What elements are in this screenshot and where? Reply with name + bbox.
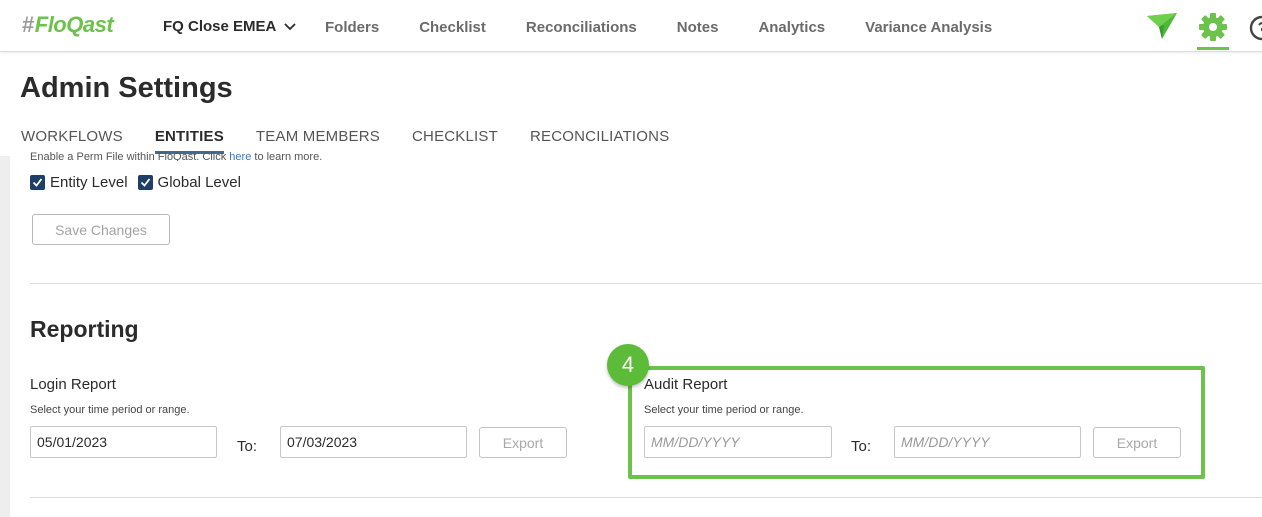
tab-checklist[interactable]: CHECKLIST: [412, 128, 498, 154]
checkmark-icon: [32, 178, 43, 187]
learn-more-link[interactable]: here: [229, 151, 251, 161]
entity-level-label: Entity Level: [50, 174, 128, 191]
checkmark-icon: [140, 178, 150, 187]
page-title: Admin Settings: [20, 72, 233, 104]
workspace-name: FQ Close EMEA: [163, 18, 277, 35]
nav-link-folders[interactable]: Folders: [325, 19, 379, 36]
active-settings-indicator: [1197, 47, 1229, 50]
nav-link-notes[interactable]: Notes: [677, 19, 719, 36]
save-changes-button[interactable]: Save Changes: [32, 214, 170, 245]
audit-report-highlight: [628, 366, 1205, 479]
workspace-selector[interactable]: FQ Close EMEA: [163, 18, 296, 35]
gear-icon[interactable]: [1198, 12, 1228, 42]
login-report-to-input[interactable]: 07/03/2023: [280, 426, 467, 458]
top-nav: #FloQast FQ Close EMEA Folders Checklist…: [0, 0, 1262, 52]
login-report-title: Login Report: [30, 376, 116, 393]
login-report-subtitle: Select your time period or range.: [30, 404, 190, 416]
section-divider-bottom: [30, 497, 1262, 498]
nav-link-checklist[interactable]: Checklist: [419, 19, 486, 36]
login-report-from-input[interactable]: 05/01/2023: [30, 426, 217, 458]
global-level-label: Global Level: [157, 174, 241, 191]
perm-file-levels: Entity Level Global Level: [30, 174, 251, 191]
login-report-export-button[interactable]: Export: [479, 427, 567, 458]
section-divider: [30, 283, 1262, 284]
help-icon[interactable]: [1248, 14, 1262, 42]
perm-file-desc-after: to learn more.: [251, 151, 323, 161]
perm-file-description: Enable a Perm File within FloQast. Click…: [30, 149, 322, 161]
nav-link-variance-analysis[interactable]: Variance Analysis: [865, 19, 992, 36]
reporting-title: Reporting: [30, 316, 139, 342]
logo-hash: #: [22, 12, 34, 37]
nav-link-reconciliations[interactable]: Reconciliations: [526, 19, 637, 36]
nav-link-analytics[interactable]: Analytics: [758, 19, 825, 36]
logo-text: FloQast: [34, 12, 114, 37]
login-report-to-label: To:: [237, 438, 258, 455]
entity-level-checkbox[interactable]: [30, 175, 45, 190]
floqast-logo[interactable]: #FloQast: [22, 12, 114, 38]
perm-file-desc-before: Enable a Perm File within FloQast. Click: [30, 151, 230, 161]
chevron-down-icon: [284, 22, 296, 30]
global-level-checkbox[interactable]: [137, 175, 153, 190]
step-number-badge: 4: [607, 344, 649, 386]
main-nav-links: Folders Checklist Reconciliations Notes …: [325, 19, 1032, 36]
left-edge-shade: [0, 156, 10, 517]
tab-reconciliations[interactable]: RECONCILIATIONS: [530, 128, 669, 154]
paper-plane-icon[interactable]: [1146, 12, 1178, 40]
